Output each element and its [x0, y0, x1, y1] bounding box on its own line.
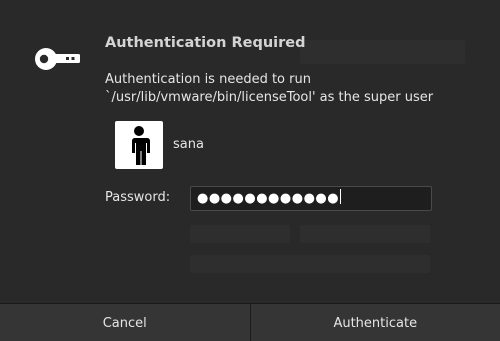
key-icon [35, 48, 80, 70]
authenticate-button[interactable]: Authenticate [249, 304, 500, 341]
password-value: ●●●●●●●●●●●● [197, 191, 340, 206]
text-caret [340, 189, 342, 204]
username-label: sana [173, 137, 204, 152]
background-ghost [190, 225, 290, 243]
background-ghost [190, 255, 430, 273]
person-icon [115, 121, 163, 169]
password-field[interactable]: ●●●●●●●●●●●● [190, 186, 432, 211]
dialog-message: Authentication is needed to run `/usr/li… [105, 72, 434, 105]
background-ghost [300, 40, 465, 64]
auth-dialog: Authentication Required Authentication i… [0, 0, 500, 341]
button-bar: Cancel Authenticate [0, 303, 500, 341]
cancel-button[interactable]: Cancel [0, 304, 250, 341]
dialog-title: Authentication Required [105, 35, 306, 51]
background-ghost [300, 225, 430, 243]
password-label: Password: [105, 190, 171, 205]
